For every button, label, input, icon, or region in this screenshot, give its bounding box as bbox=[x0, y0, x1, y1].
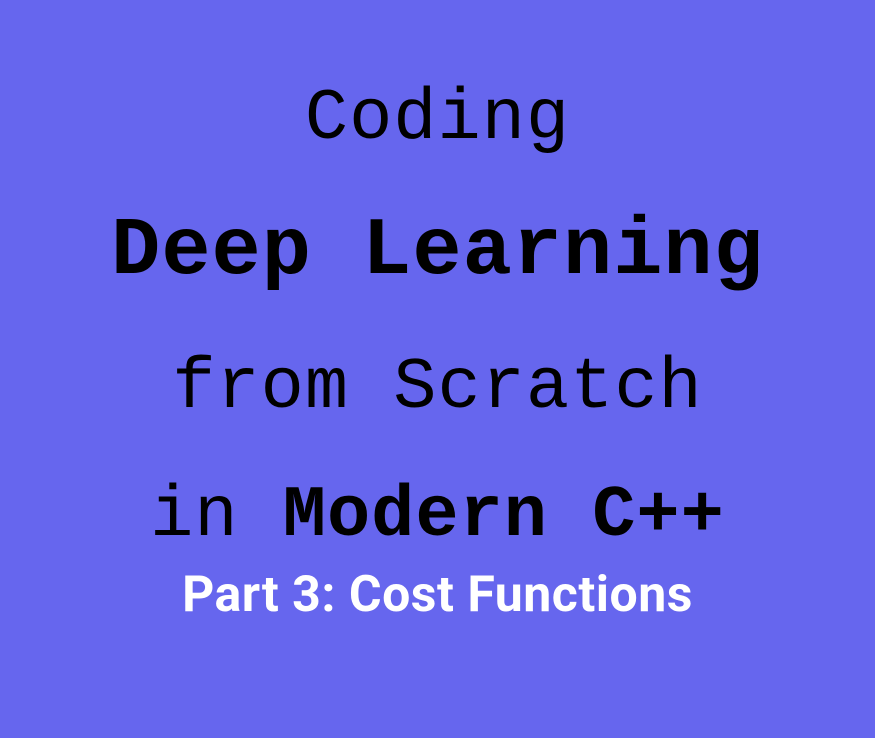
title-line-2: Deep Learning bbox=[111, 207, 764, 297]
title-line-3: from Scratch bbox=[172, 349, 702, 428]
title-line-4-bold: Modern C++ bbox=[283, 475, 725, 557]
title-line-1: Coding bbox=[305, 80, 570, 159]
title-line-4-prefix: in bbox=[150, 475, 283, 557]
title-line-4: in Modern C++ bbox=[150, 477, 725, 556]
graphic-title-block: Coding Deep Learning from Scratch in Mod… bbox=[0, 80, 875, 624]
subtitle: Part 3: Cost Functions bbox=[182, 566, 693, 624]
